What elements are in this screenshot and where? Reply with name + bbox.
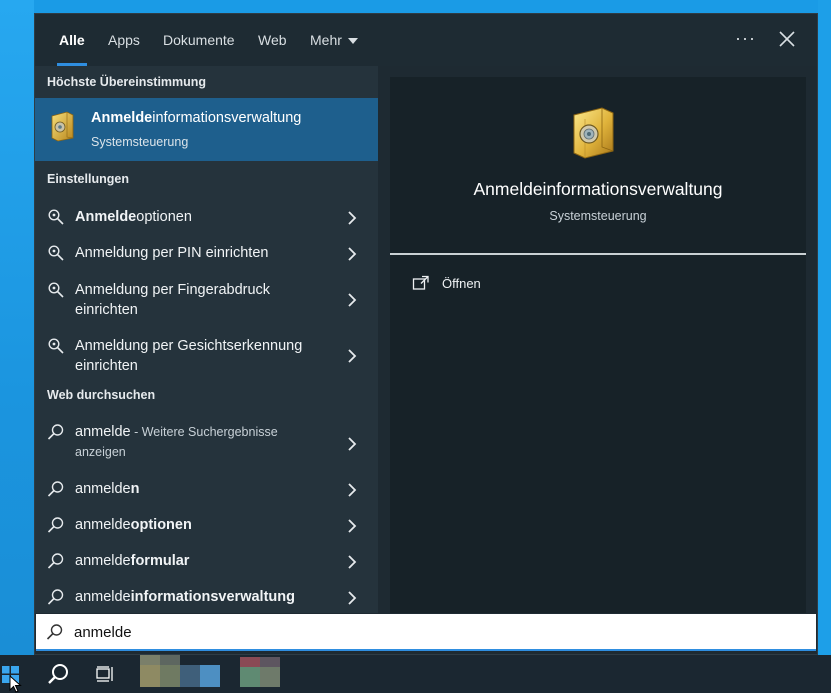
close-button[interactable] bbox=[777, 28, 797, 50]
app-thumbnail bbox=[140, 655, 160, 665]
app-thumbnail bbox=[260, 657, 280, 667]
preview-pane: Anmeldeinformationsverwaltung Systemsteu… bbox=[390, 77, 806, 613]
search-icon bbox=[47, 589, 64, 605]
best-match-item[interactable]: Anmeldeinformationsverwaltung Systemsteu… bbox=[35, 98, 378, 161]
chevron-down-icon bbox=[347, 38, 358, 45]
taskbar-app-1[interactable] bbox=[140, 655, 224, 693]
tab-more-label: Mehr bbox=[310, 32, 342, 48]
app-thumbnail bbox=[260, 667, 280, 687]
tab-bar: Alle Apps Dokumente Web Mehr ··· bbox=[35, 14, 817, 66]
chevron-right-icon bbox=[348, 247, 357, 261]
credential-manager-icon bbox=[573, 107, 614, 159]
app-thumbnail bbox=[160, 665, 180, 687]
app-thumbnail bbox=[140, 665, 160, 687]
chevron-right-icon bbox=[348, 591, 357, 605]
item-label: anmeldeformular bbox=[75, 553, 190, 569]
desktop-background-right bbox=[818, 0, 831, 655]
web-item-anmeldeinformationsverwaltung[interactable]: anmeldeinformationsverwaltung bbox=[35, 580, 378, 613]
search-box[interactable] bbox=[36, 614, 816, 651]
settings-item-face-recognition[interactable]: Anmeldung per Gesichtserkennung einrichte… bbox=[35, 328, 378, 384]
chevron-right-icon bbox=[348, 519, 357, 533]
search-panel: Alle Apps Dokumente Web Mehr ··· Höchste… bbox=[34, 13, 818, 655]
section-settings: Einstellungen bbox=[47, 172, 129, 186]
tab-apps[interactable]: Apps bbox=[108, 32, 140, 66]
search-icon bbox=[47, 481, 64, 497]
app-thumbnail bbox=[200, 665, 220, 687]
preview-divider bbox=[390, 253, 806, 255]
search-icon bbox=[48, 664, 68, 684]
chevron-right-icon bbox=[348, 211, 357, 225]
best-match-title: Anmeldeinformationsverwaltung bbox=[91, 110, 302, 126]
section-web: Web durchsuchen bbox=[47, 388, 156, 402]
tab-all[interactable]: Alle bbox=[57, 32, 87, 66]
chevron-right-icon bbox=[348, 483, 357, 497]
search-icon bbox=[46, 624, 63, 640]
item-label: Anmeldung per Gesichtserkennung einrichte… bbox=[75, 338, 303, 374]
task-view-button[interactable] bbox=[88, 655, 124, 693]
best-match-subtitle: Systemsteuerung bbox=[91, 135, 189, 149]
tab-web[interactable]: Web bbox=[258, 32, 287, 66]
credential-manager-icon bbox=[51, 111, 74, 142]
chevron-right-icon bbox=[348, 437, 357, 451]
tab-documents[interactable]: Dokumente bbox=[163, 32, 235, 66]
open-action[interactable]: Öffnen bbox=[412, 273, 612, 297]
search-icon bbox=[47, 553, 64, 569]
chevron-right-icon bbox=[348, 293, 357, 307]
settings-item-sign-in-options[interactable]: Anmeldeoptionen bbox=[35, 200, 378, 236]
desktop-background bbox=[0, 0, 34, 655]
search-input[interactable] bbox=[74, 621, 774, 643]
item-label: anmelden bbox=[75, 481, 140, 497]
app-thumbnail bbox=[160, 655, 180, 665]
settings-item-fingerprint[interactable]: Anmeldung per Fingerabdruck einrichten bbox=[35, 272, 378, 328]
web-item-anmelden[interactable]: anmelden bbox=[35, 472, 378, 508]
item-label: Anmeldung per PIN einrichten bbox=[75, 245, 269, 261]
web-item-anmeldeformular[interactable]: anmeldeformular bbox=[35, 544, 378, 580]
open-external-icon bbox=[412, 275, 429, 290]
item-label: anmeldeinformationsverwaltung bbox=[75, 589, 295, 605]
preview-subtitle: Systemsteuerung bbox=[549, 209, 647, 223]
taskbar-app-2[interactable] bbox=[240, 655, 280, 693]
settings-search-icon bbox=[48, 282, 64, 298]
app-thumbnail bbox=[180, 665, 200, 687]
more-options-button[interactable]: ··· bbox=[735, 28, 756, 49]
tab-more[interactable]: Mehr bbox=[310, 32, 358, 66]
settings-search-icon bbox=[48, 209, 64, 225]
item-label: Anmeldeoptionen bbox=[75, 209, 192, 225]
chevron-right-icon bbox=[348, 349, 357, 363]
settings-search-icon bbox=[48, 338, 64, 354]
web-item-more-results[interactable]: anmelde - Weitere Suchergebnisse anzeigen bbox=[35, 416, 378, 472]
app-thumbnail bbox=[240, 667, 260, 687]
search-icon bbox=[47, 517, 64, 533]
web-item-anmeldeoptionen[interactable]: anmeldeoptionen bbox=[35, 508, 378, 544]
preview-title: Anmeldeinformationsverwaltung bbox=[473, 179, 723, 199]
open-action-label: Öffnen bbox=[442, 276, 481, 291]
app-thumbnail bbox=[240, 657, 260, 667]
close-icon bbox=[779, 31, 795, 47]
mouse-cursor-icon bbox=[9, 675, 22, 693]
item-label: anmelde - Weitere Suchergebnisse anzeigen bbox=[75, 424, 278, 459]
section-best-match: Höchste Übereinstimmung bbox=[47, 75, 207, 89]
start-button[interactable] bbox=[0, 655, 22, 693]
settings-item-pin[interactable]: Anmeldung per PIN einrichten bbox=[35, 236, 378, 272]
search-icon bbox=[47, 424, 64, 440]
settings-search-icon bbox=[48, 245, 64, 261]
taskbar-search-button[interactable] bbox=[40, 655, 76, 693]
taskbar bbox=[0, 655, 831, 693]
chevron-right-icon bbox=[348, 555, 357, 569]
item-label: anmeldeoptionen bbox=[75, 517, 192, 533]
task-view-icon bbox=[96, 666, 113, 682]
item-label: Anmeldung per Fingerabdruck einrichten bbox=[75, 282, 271, 318]
results-list: Höchste Übereinstimmung Anmeldeinformati… bbox=[35, 66, 378, 613]
